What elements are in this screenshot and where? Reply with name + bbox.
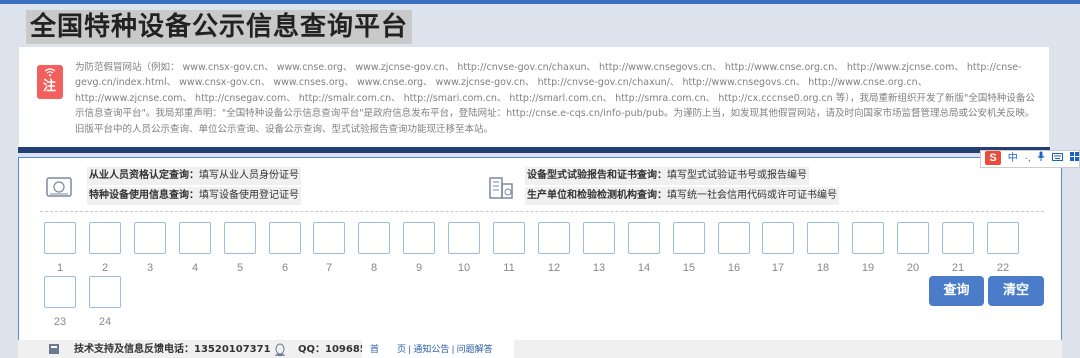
keyboard-icon[interactable] [1052, 153, 1066, 164]
phone-icon [48, 343, 60, 358]
char-input-box[interactable] [134, 222, 166, 254]
char-input-index: 24 [98, 316, 112, 328]
clear-button[interactable]: 清空 [988, 276, 1044, 306]
support-phone: 技术支持及信息反馈电话：13520107371 [74, 344, 271, 355]
top-accent-bar [0, 0, 1080, 4]
char-input-index: 18 [816, 262, 830, 274]
sogou-logo-icon[interactable]: S [985, 151, 1001, 165]
query-hint-type-test: 设备型式试验报告和证书查询：填写型式试验证书号或报告编号 [525, 167, 809, 185]
char-input-box[interactable] [224, 222, 256, 254]
char-input-box[interactable] [403, 222, 435, 254]
page-title: 全国特种设备公示信息查询平台 [30, 12, 409, 42]
char-input-box[interactable] [448, 222, 480, 254]
query-hint-equipment: 特种设备使用信息查询：填写设备使用登记证号 [87, 187, 301, 205]
char-input-index: 8 [370, 262, 378, 274]
query-hint-unit-label: 生产单位和检验检测机构查询： [527, 190, 667, 201]
query-hint-equipment-label: 特种设备使用信息查询： [89, 190, 199, 201]
notice-divider-bar [18, 147, 1050, 153]
query-hint-equipment-text: 填写设备使用登记证号 [199, 190, 299, 201]
char-input-index: 6 [281, 262, 289, 274]
query-hint-personnel-label: 从业人员资格认定查询： [89, 170, 199, 181]
char-input-index: 12 [547, 262, 561, 274]
char-input-box[interactable] [358, 222, 390, 254]
ime-punctuation-mode[interactable]: ·, [1025, 153, 1031, 164]
ime-chinese-mode[interactable]: 中 [1008, 153, 1018, 164]
query-hint-personnel: 从业人员资格认定查询：填写从业人员身份证号 [87, 167, 301, 185]
notice-text: 为防范假冒网站（例如： www.cnsx-gov.cn、 www.cnse.or… [75, 62, 1035, 135]
char-input-box[interactable] [987, 222, 1019, 254]
query-hint-personnel-text: 填写从业人员身份证号 [199, 170, 299, 181]
char-input-box[interactable] [942, 222, 974, 254]
query-hint-unit-text: 填写统一社会信用代码或许可证书编号 [667, 190, 837, 201]
char-input-index: 17 [771, 262, 785, 274]
char-input-box[interactable] [718, 222, 750, 254]
dashed-divider [40, 211, 1044, 212]
char-input-box[interactable] [807, 222, 839, 254]
char-input-index: 1 [56, 262, 64, 274]
char-input-index: 21 [951, 262, 965, 274]
ime-toolbar[interactable]: S 中 ·, [980, 150, 1080, 168]
char-input-box[interactable] [179, 222, 211, 254]
char-input-box[interactable] [313, 222, 345, 254]
char-input-box[interactable] [44, 276, 76, 308]
char-input-box[interactable] [493, 222, 525, 254]
char-input-index: 4 [191, 262, 199, 274]
char-input-box[interactable] [673, 222, 705, 254]
char-input-box[interactable] [89, 276, 121, 308]
char-input-index: 13 [592, 262, 606, 274]
search-button[interactable]: 查询 [929, 276, 984, 306]
query-hint-type-test-text: 填写型式试验证书号或报告编号 [667, 170, 807, 181]
char-input-index: 3 [146, 262, 154, 274]
char-input-box[interactable] [762, 222, 794, 254]
char-input-box[interactable] [538, 222, 570, 254]
notice-badge: 注 [37, 65, 63, 99]
char-input-index: 14 [637, 262, 651, 274]
char-input-index: 11 [503, 262, 515, 274]
char-input-index: 20 [906, 262, 920, 274]
query-hint-unit: 生产单位和检验检测机构查询：填写统一社会信用代码或许可证书编号 [525, 187, 839, 205]
char-input-box[interactable] [583, 222, 615, 254]
footer-bar: 技术支持及信息反馈电话：13520107371 QQ：1096856 首 页 |… [18, 340, 1062, 358]
char-input-index: 2 [101, 262, 109, 274]
char-input-index: 10 [457, 262, 471, 274]
mic-icon[interactable] [1037, 151, 1048, 164]
qq-icon [274, 343, 286, 358]
char-input-index: 9 [415, 262, 423, 274]
id-card-icon [44, 172, 74, 202]
char-input-box[interactable] [852, 222, 884, 254]
grid-icon[interactable] [1070, 152, 1080, 164]
query-hint-type-test-label: 设备型式试验报告和证书查询： [527, 170, 667, 181]
char-input-index: 16 [727, 262, 741, 274]
page-title-wrap: 全国特种设备公示信息查询平台 [26, 10, 413, 44]
char-input-index: 22 [996, 262, 1010, 274]
char-input-box[interactable] [89, 222, 121, 254]
char-input-index: 23 [53, 316, 67, 328]
char-input-index: 5 [236, 262, 244, 274]
char-input-index: 19 [861, 262, 875, 274]
char-input-box[interactable] [44, 222, 76, 254]
notice-panel: 注 为防范假冒网站（例如： www.cnsx-gov.cn、 www.cnse.… [18, 47, 1050, 148]
char-input-index: 7 [325, 262, 333, 274]
building-icon [486, 172, 516, 202]
char-input-box[interactable] [897, 222, 929, 254]
char-input-box[interactable] [628, 222, 660, 254]
char-input-index: 15 [682, 262, 696, 274]
notice-badge-label: 注 [43, 79, 57, 94]
char-input-box[interactable] [269, 222, 301, 254]
footer-links[interactable]: 首 页 | 通知公告 | 问题解答 [362, 340, 514, 358]
